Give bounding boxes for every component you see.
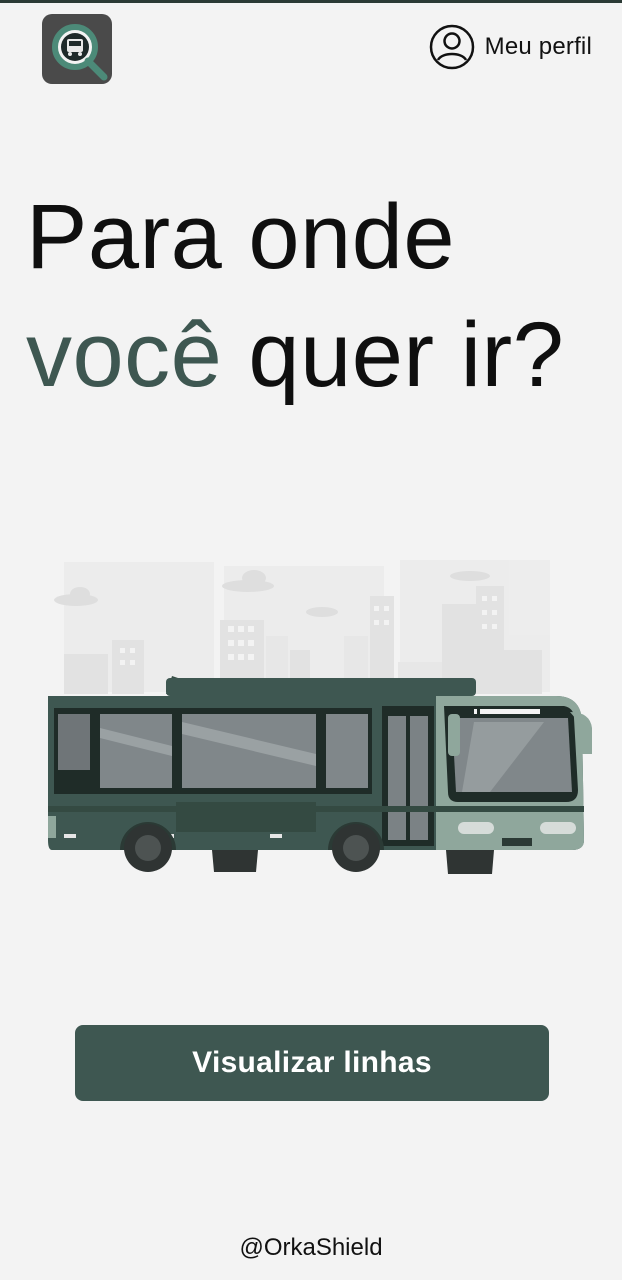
title-line-2: quer ir? — [222, 304, 565, 406]
bus-city-illustration — [48, 560, 592, 874]
app-logo[interactable] — [42, 14, 112, 84]
title-accent-word: você — [26, 304, 223, 406]
profile-button[interactable]: Meu perfil — [429, 24, 592, 70]
view-lines-button[interactable]: Visualizar linhas — [75, 1025, 549, 1101]
title-line-1: Para onde — [26, 186, 456, 288]
page-title: Para onde você quer ir? — [26, 178, 606, 414]
bus — [48, 676, 592, 874]
bus-search-logo-icon — [42, 14, 112, 84]
footer-handle: @OrkaShield — [239, 1234, 383, 1261]
city-skyline — [54, 560, 550, 694]
profile-label: Meu perfil — [484, 33, 592, 60]
user-circle-icon — [429, 24, 474, 70]
top-edge-bar — [0, 0, 622, 3]
